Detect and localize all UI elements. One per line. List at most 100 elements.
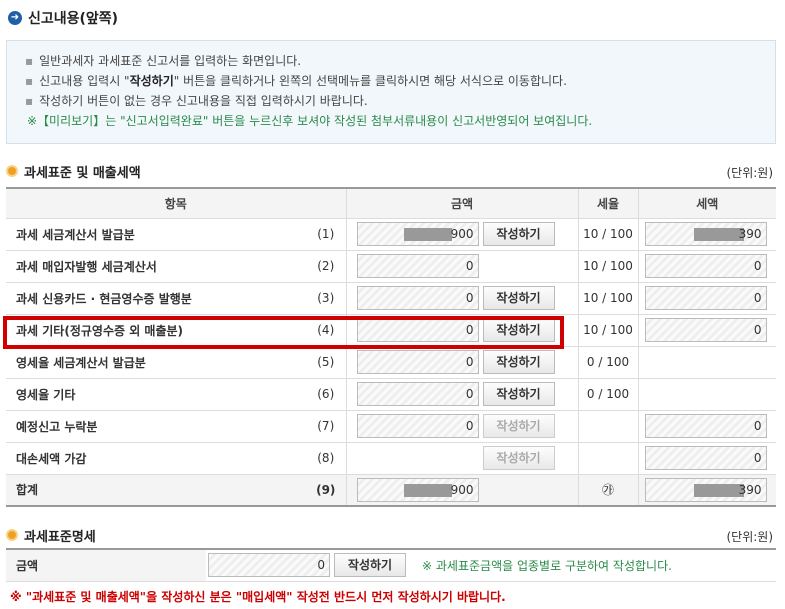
tax-field[interactable]: 0 xyxy=(644,254,767,278)
total-row: 합계 (9) 900 ㉮ 390 xyxy=(6,474,776,507)
amount-cell: 0 작성하기 xyxy=(345,378,578,411)
tax-base-detail-table: 금액 0 작성하기 ※ 과세표준금액을 업종별로 구분하여 작성합니다. xyxy=(6,548,776,582)
header-tax: 세액 xyxy=(637,187,776,219)
row-number: (2) xyxy=(306,250,346,283)
arrow-circle-icon: ➜ xyxy=(8,11,22,25)
amount-field[interactable]: 0 xyxy=(356,254,479,278)
rate-cell xyxy=(577,410,638,443)
table-row: 과세 매입자발행 세금계산서 (2) 0 10 / 100 0 xyxy=(6,250,776,283)
header-amount: 금액 xyxy=(345,187,578,219)
write-button[interactable]: 작성하기 xyxy=(482,222,555,246)
table-row: 영세율 세금계산서 발급분 (5) 0 작성하기 0 / 100 xyxy=(6,346,776,379)
tax-cell-empty xyxy=(637,346,776,379)
info-line-2: ▪ 신고내용 입력시 "작성하기" 버튼을 클릭하거나 왼쪽의 선택메뉴를 클릭하… xyxy=(25,71,775,91)
amount-field[interactable]: 0 xyxy=(356,382,479,406)
total-amount-value: 900 xyxy=(450,482,474,497)
amount-cell: 작성하기 xyxy=(345,442,578,475)
redaction-mask xyxy=(403,483,452,497)
total-amount-field: 900 xyxy=(356,477,479,502)
rate-cell: 10 / 100 xyxy=(577,282,638,315)
header-rate: 세율 xyxy=(577,187,638,219)
section-header-tax-base: 과세표준 및 매출세액 xyxy=(6,161,141,181)
tax-field[interactable]: 0 xyxy=(644,318,767,342)
row-number: (8) xyxy=(306,442,346,475)
info-text: 작성하기 버튼이 없는 경우 신고내용을 직접 입력하시기 바랍니다. xyxy=(39,94,368,108)
amount-field[interactable]: 900 xyxy=(356,222,479,246)
amount-cell: 0 작성하기 xyxy=(345,346,578,379)
tax-field[interactable]: 390 xyxy=(644,222,767,246)
amount-value: 900 xyxy=(450,227,474,241)
tax-cell: 0 xyxy=(637,282,776,315)
row-name: 과세 기타(정규영수증 외 매출분) xyxy=(6,314,306,347)
table-row: 예정신고 누락분 (7) 0 작성하기 0 xyxy=(6,410,776,443)
write-button[interactable]: 작성하기 xyxy=(482,350,555,374)
table-header-row: 항목 금액 세율 세액 xyxy=(6,187,776,219)
row-number: (1) xyxy=(306,218,346,251)
write-button[interactable]: 작성하기 xyxy=(334,553,406,578)
warning-text: ※ "과세표준 및 매출세액"을 작성하신 분은 "매입세액" 작성전 반드시 … xyxy=(10,590,506,604)
detail-amount-cell: 0 작성하기 ※ 과세표준금액을 업종별로 구분하여 작성합니다. xyxy=(206,548,776,582)
redaction-mask xyxy=(693,483,744,497)
row-number: (3) xyxy=(306,282,346,315)
row-number: (7) xyxy=(306,410,346,443)
amount-field[interactable]: 0 xyxy=(356,414,479,438)
info-text: 신고내용 입력시 " xyxy=(39,74,130,88)
amount-cell: 900 작성하기 xyxy=(345,218,578,251)
rate-cell: 10 / 100 xyxy=(577,314,638,347)
tax-cell: 390 xyxy=(637,218,776,251)
row-name: 영세율 세금계산서 발급분 xyxy=(6,346,306,379)
row-name: 영세율 기타 xyxy=(6,378,306,411)
page-title: ➜ 신고내용(앞쪽) xyxy=(8,8,118,28)
redaction-mask xyxy=(403,228,452,241)
total-name: 합계 xyxy=(6,474,306,507)
tax-cell: 0 xyxy=(637,250,776,283)
tax-field[interactable]: 0 xyxy=(644,286,767,310)
write-button[interactable]: 작성하기 xyxy=(482,382,555,406)
amount-cell: 0 작성하기 xyxy=(345,314,578,347)
bullet-icon: ▪ xyxy=(25,54,34,68)
write-button-disabled: 작성하기 xyxy=(482,414,555,438)
total-tax-value: 390 xyxy=(738,482,762,497)
amount-field[interactable]: 0 xyxy=(356,286,479,310)
tax-cell: 0 xyxy=(637,410,776,443)
tax-cell: 0 xyxy=(637,442,776,475)
tax-base-table: 항목 금액 세율 세액 과세 세금계산서 발급분 (1) 900 작성하기 10… xyxy=(6,187,776,507)
amount-field[interactable]: 0 xyxy=(356,350,479,374)
unit-label: (단위:원) xyxy=(726,530,773,544)
amount-field[interactable]: 0 xyxy=(356,318,479,342)
write-button-disabled: 작성하기 xyxy=(482,446,555,470)
section-bullet-icon xyxy=(6,529,18,541)
redaction-mask xyxy=(693,228,744,241)
total-amount-cell: 900 xyxy=(345,474,578,507)
total-tax-field: 390 xyxy=(644,477,767,502)
section-title: 과세표준명세 xyxy=(24,529,96,545)
detail-label: 금액 xyxy=(6,548,206,582)
row-name: 예정신고 누락분 xyxy=(6,410,306,443)
write-button[interactable]: 작성하기 xyxy=(482,318,555,342)
tax-field[interactable]: 0 xyxy=(644,414,767,438)
detail-note: ※ 과세표준금액을 업종별로 구분하여 작성합니다. xyxy=(422,558,672,573)
bullet-icon: ▪ xyxy=(25,94,34,108)
table-row: 과세 신용카드 · 현금영수증 발행분 (3) 0 작성하기 10 / 100 … xyxy=(6,282,776,315)
tax-field[interactable]: 0 xyxy=(644,446,767,470)
rate-cell: 10 / 100 xyxy=(577,218,638,251)
info-bold: 작성하기 xyxy=(129,74,174,88)
write-button[interactable]: 작성하기 xyxy=(482,286,555,310)
detail-amount-field[interactable]: 0 xyxy=(208,553,330,578)
row-name: 대손세액 가감 xyxy=(6,442,306,475)
header-item: 항목 xyxy=(6,187,346,219)
total-number: (9) xyxy=(306,474,346,507)
tax-cell: 0 xyxy=(637,314,776,347)
row-name: 과세 매입자발행 세금계산서 xyxy=(6,250,306,283)
rate-cell: 0 / 100 xyxy=(577,346,638,379)
info-line-4: ※【미리보기】는 "신고서입력완료" 버튼을 누르신후 보셔야 작성된 첨부서류… xyxy=(27,114,593,128)
table-row: 과세 세금계산서 발급분 (1) 900 작성하기 10 / 100 390 xyxy=(6,218,776,251)
row-name: 과세 신용카드 · 현금영수증 발행분 xyxy=(6,282,306,315)
table-row: 대손세액 가감 (8) 작성하기 0 xyxy=(6,442,776,475)
row-number: (4) xyxy=(306,314,346,347)
amount-cell: 0 작성하기 xyxy=(345,282,578,315)
section-header-tax-base-detail: 과세표준명세 xyxy=(6,525,96,545)
total-rate-symbol: ㉮ xyxy=(577,474,638,507)
total-tax-cell: 390 xyxy=(637,474,776,507)
info-box: ▪ 일반과세자 과세표준 신고서를 입력하는 화면입니다. ▪ 신고내용 입력시 "… xyxy=(6,40,776,144)
